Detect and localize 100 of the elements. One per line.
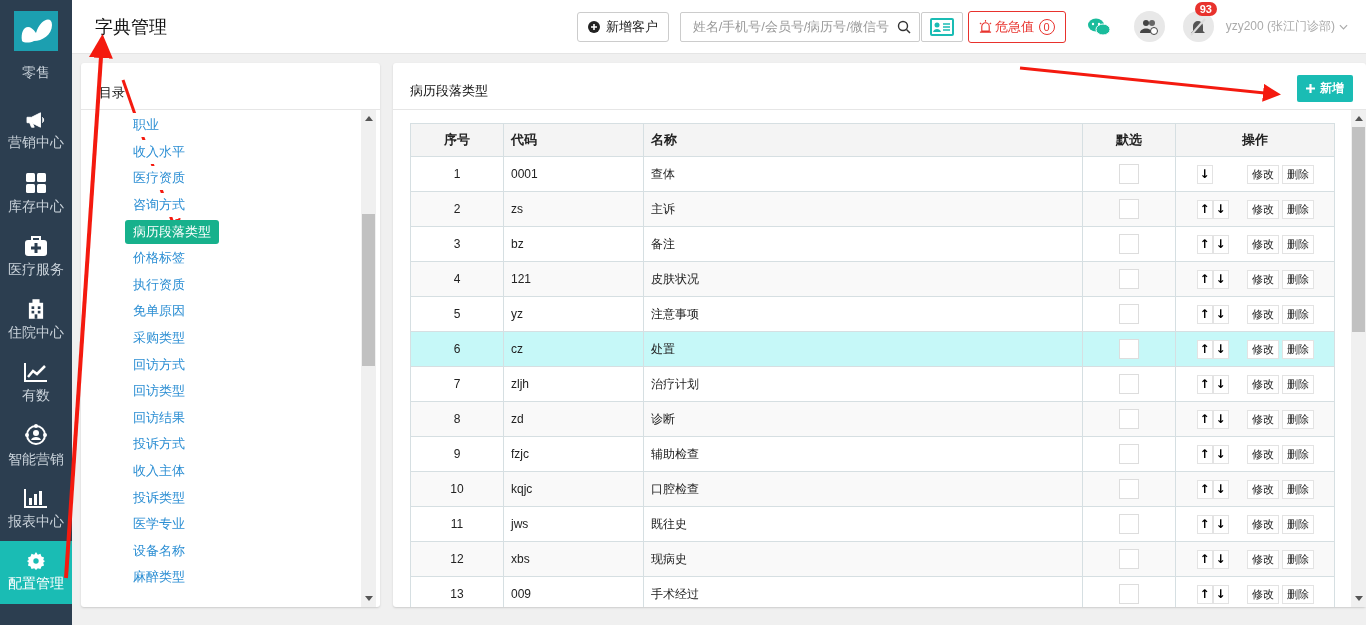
edit-button[interactable]: 修改 — [1246, 269, 1279, 289]
move-button[interactable]: ↑ — [1196, 444, 1213, 464]
move-button[interactable]: ↑ — [1196, 304, 1213, 324]
muted-bell-icon — [1189, 17, 1208, 36]
move-button[interactable]: ↓ — [1196, 164, 1213, 184]
table-cell: jws — [503, 506, 644, 542]
delete-button[interactable]: 删除 — [1281, 164, 1314, 184]
checkbox[interactable] — [1119, 514, 1139, 534]
checkbox[interactable] — [1119, 374, 1139, 394]
scrollbar[interactable] — [361, 110, 376, 607]
checkbox[interactable] — [1119, 199, 1139, 219]
move-button[interactable]: ↑ — [1196, 549, 1213, 569]
checkbox[interactable] — [1119, 409, 1139, 429]
edit-button[interactable]: 修改 — [1246, 339, 1279, 359]
edit-button[interactable]: 修改 — [1246, 374, 1279, 394]
user-group-icon — [1139, 18, 1160, 35]
scroll-down-icon[interactable] — [364, 596, 373, 601]
sidebar-item[interactable]: 营销中心 — [0, 100, 72, 163]
move-button[interactable]: ↑ — [1196, 234, 1213, 254]
delete-button[interactable]: 删除 — [1281, 479, 1314, 499]
move-button[interactable]: ↑ — [1196, 514, 1213, 534]
table-cell: 12 — [410, 541, 504, 577]
notifications-button[interactable] — [1182, 11, 1214, 42]
table-cell: 121 — [503, 261, 644, 297]
edit-button[interactable]: 修改 — [1246, 234, 1279, 254]
edit-button[interactable]: 修改 — [1246, 514, 1279, 534]
move-button[interactable]: ↑ — [1196, 269, 1213, 289]
grid-icon — [26, 173, 46, 193]
table-cell: 8 — [410, 401, 504, 437]
move-button[interactable]: ↑ — [1196, 199, 1213, 219]
checkbox[interactable] — [1119, 164, 1139, 184]
delete-button[interactable]: 删除 — [1281, 269, 1314, 289]
medical-kit-icon — [25, 236, 47, 256]
edit-button[interactable]: 修改 — [1246, 444, 1279, 464]
move-button[interactable]: ↑ — [1196, 584, 1213, 604]
move-button[interactable]: ↑ — [1196, 374, 1213, 394]
delete-button[interactable]: 删除 — [1281, 234, 1314, 254]
delete-button[interactable]: 删除 — [1281, 409, 1314, 429]
move-button[interactable]: ↑ — [1196, 339, 1213, 359]
move-button[interactable]: ↑ — [1196, 409, 1213, 429]
delete-button[interactable]: 删除 — [1281, 549, 1314, 569]
edit-button[interactable]: 修改 — [1246, 409, 1279, 429]
group-button[interactable] — [1133, 11, 1165, 42]
delete-button[interactable]: 删除 — [1281, 444, 1314, 464]
checkbox[interactable] — [1119, 304, 1139, 324]
sidebar-item[interactable]: 住院中心 — [0, 289, 72, 352]
checkbox[interactable] — [1119, 444, 1139, 464]
sidebar-item[interactable]: 医疗服务 — [0, 226, 72, 289]
checkbox[interactable] — [1119, 549, 1139, 569]
delete-button[interactable]: 删除 — [1281, 514, 1314, 534]
edit-button[interactable]: 修改 — [1246, 549, 1279, 569]
scroll-down-icon[interactable] — [1354, 596, 1363, 601]
move-button[interactable]: ↓ — [1212, 269, 1229, 289]
scrollbar[interactable] — [1351, 110, 1366, 607]
id-card-button[interactable] — [920, 11, 963, 42]
table-cell: 5 — [410, 296, 504, 332]
checkbox[interactable] — [1119, 584, 1139, 604]
notification-badge: 93 — [1194, 2, 1217, 16]
move-button[interactable]: ↓ — [1212, 339, 1229, 359]
critical-value-button[interactable]: 危急值 0 — [967, 10, 1066, 43]
delete-button[interactable]: 删除 — [1281, 304, 1314, 324]
edit-button[interactable]: 修改 — [1246, 479, 1279, 499]
move-button[interactable]: ↓ — [1212, 409, 1229, 429]
move-button[interactable]: ↓ — [1212, 479, 1229, 499]
delete-button[interactable]: 删除 — [1281, 584, 1314, 604]
sidebar-item[interactable]: 库存中心 — [0, 163, 72, 226]
id-card-icon — [929, 17, 954, 36]
table-cell: bz — [503, 226, 644, 262]
add-customer-button[interactable]: 新增客户 — [576, 11, 669, 42]
search-field[interactable]: 姓名/手机号/会员号/病历号/微信号 — [679, 11, 920, 42]
column-header: 名称 — [643, 123, 1083, 157]
sidebar-item[interactable]: 有数 — [0, 352, 72, 415]
table-cell: 注意事项 — [643, 296, 1083, 332]
checkbox[interactable] — [1119, 234, 1139, 254]
panel-title: 病历段落类型 — [410, 82, 488, 100]
table-cell: cz — [503, 331, 644, 367]
delete-button[interactable]: 删除 — [1281, 374, 1314, 394]
scroll-up-icon[interactable] — [1354, 116, 1363, 121]
sidebar-item[interactable]: 零售 — [0, 60, 72, 100]
table-cell: 9 — [410, 436, 504, 472]
move-button[interactable]: ↓ — [1212, 199, 1229, 219]
sidebar-item[interactable]: 报表中心 — [0, 478, 72, 541]
table-cell: 4 — [410, 261, 504, 297]
delete-button[interactable]: 删除 — [1281, 199, 1314, 219]
edit-button[interactable]: 修改 — [1246, 164, 1279, 184]
checkbox[interactable] — [1119, 479, 1139, 499]
sidebar-item[interactable]: 智能营销 — [0, 415, 72, 478]
column-header: 默选 — [1082, 123, 1176, 157]
checkbox[interactable] — [1119, 339, 1139, 359]
chat-bubbles-icon[interactable] — [1087, 17, 1110, 36]
table-cell: 6 — [410, 331, 504, 367]
edit-button[interactable]: 修改 — [1246, 584, 1279, 604]
edit-button[interactable]: 修改 — [1246, 199, 1279, 219]
checkbox[interactable] — [1119, 269, 1139, 289]
delete-button[interactable]: 删除 — [1281, 339, 1314, 359]
table-cell: yz — [503, 296, 644, 332]
edit-button[interactable]: 修改 — [1246, 304, 1279, 324]
move-button[interactable]: ↓ — [1212, 549, 1229, 569]
move-button[interactable]: ↑ — [1196, 479, 1213, 499]
scroll-up-icon[interactable] — [364, 116, 373, 121]
